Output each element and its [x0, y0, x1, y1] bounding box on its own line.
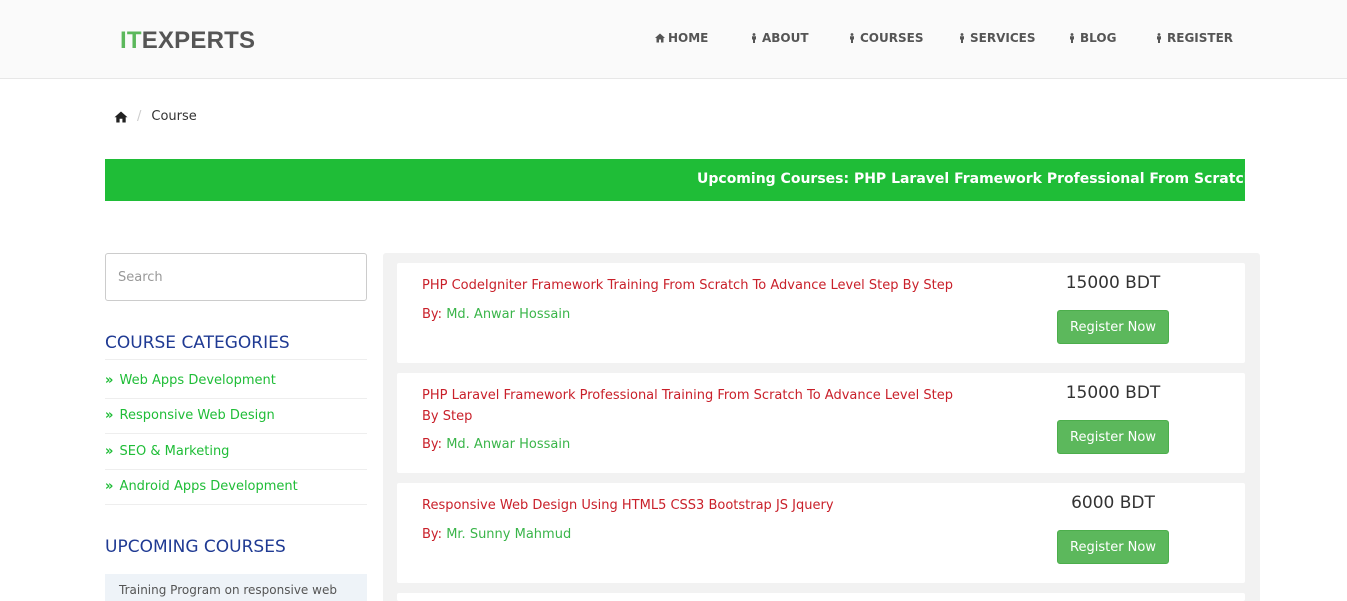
- category-item-seo-marketing[interactable]: » SEO & Marketing: [105, 434, 367, 470]
- site-header: ITEXPERTS HOME ABOUT COURSES SERVICES BL…: [0, 0, 1347, 79]
- nav-about[interactable]: ABOUT: [749, 31, 809, 45]
- category-label: Android Apps Development: [119, 479, 298, 495]
- course-price: 15000 BDT: [1065, 383, 1161, 403]
- course-instructor: By: Md. Anwar Hossain: [422, 307, 570, 322]
- register-now-button[interactable]: Register Now: [1057, 530, 1169, 564]
- upcoming-courses-heading: UPCOMING COURSES: [105, 537, 286, 557]
- double-chevron-right-icon: »: [105, 372, 114, 388]
- nav-home[interactable]: HOME: [655, 31, 708, 45]
- double-chevron-right-icon: »: [105, 479, 114, 495]
- nav-services-label: SERVICES: [970, 31, 1036, 45]
- nav-blog-label: BLOG: [1080, 31, 1117, 45]
- person-icon: [850, 33, 854, 43]
- course-card: Responsive Web Design Using HTML5 CSS3 B…: [397, 483, 1245, 583]
- main-nav: HOME ABOUT COURSES SERVICES BLOG REGISTE…: [0, 31, 1347, 47]
- person-icon: [1070, 33, 1074, 43]
- nav-blog[interactable]: BLOG: [1067, 31, 1116, 45]
- double-chevron-right-icon: »: [105, 443, 114, 459]
- person-icon: [1157, 33, 1161, 43]
- course-title[interactable]: PHP Laravel Framework Professional Train…: [422, 385, 967, 427]
- breadcrumb-current: Course: [151, 109, 197, 124]
- instructor-name[interactable]: Md. Anwar Hossain: [446, 307, 570, 322]
- instructor-name[interactable]: Md. Anwar Hossain: [446, 437, 570, 452]
- category-label: Responsive Web Design: [119, 408, 275, 424]
- course-card: PHP Laravel Framework Professional Train…: [397, 373, 1245, 473]
- by-label: By:: [422, 307, 443, 322]
- course-price: 6000 BDT: [1071, 493, 1155, 513]
- course-categories-heading: COURSE CATEGORIES: [105, 333, 367, 360]
- upcoming-course-item[interactable]: Training Program on responsive web: [105, 574, 367, 601]
- category-label: Web Apps Development: [119, 372, 276, 388]
- double-chevron-right-icon: »: [105, 408, 114, 424]
- nav-services[interactable]: SERVICES: [957, 31, 1035, 45]
- nav-register-label: REGISTER: [1167, 31, 1234, 45]
- nav-about-label: ABOUT: [762, 31, 809, 45]
- course-card-partial: [397, 593, 1245, 601]
- course-instructor: By: Md. Anwar Hossain: [422, 437, 570, 452]
- course-title[interactable]: PHP CodeIgniter Framework Training From …: [422, 275, 967, 296]
- category-item-android-apps[interactable]: » Android Apps Development: [105, 470, 367, 505]
- marquee-text[interactable]: Upcoming Courses: PHP Laravel Framework …: [697, 171, 1245, 187]
- course-title[interactable]: Responsive Web Design Using HTML5 CSS3 B…: [422, 495, 967, 516]
- category-item-web-apps[interactable]: » Web Apps Development: [105, 363, 367, 399]
- breadcrumb: / Course: [114, 109, 197, 124]
- person-icon: [960, 33, 964, 43]
- course-categories-list: » Web Apps Development » Responsive Web …: [105, 363, 367, 505]
- nav-home-label: HOME: [668, 31, 709, 45]
- instructor-name[interactable]: Mr. Sunny Mahmud: [446, 527, 571, 542]
- by-label: By:: [422, 527, 443, 542]
- register-now-button[interactable]: Register Now: [1057, 420, 1169, 454]
- category-label: SEO & Marketing: [119, 443, 230, 459]
- course-instructor: By: Mr. Sunny Mahmud: [422, 527, 571, 542]
- nav-register[interactable]: REGISTER: [1154, 31, 1233, 45]
- by-label: By:: [422, 437, 443, 452]
- search-input[interactable]: [105, 253, 367, 301]
- course-price: 15000 BDT: [1065, 273, 1161, 293]
- home-icon: [655, 33, 665, 43]
- home-icon[interactable]: [114, 110, 128, 124]
- upcoming-courses-marquee: Upcoming Courses: PHP Laravel Framework …: [105, 159, 1245, 201]
- register-now-button[interactable]: Register Now: [1057, 310, 1169, 344]
- nav-courses-label: COURSES: [860, 31, 924, 45]
- person-icon: [752, 33, 756, 43]
- nav-courses[interactable]: COURSES: [847, 31, 923, 45]
- category-item-responsive-web[interactable]: » Responsive Web Design: [105, 399, 367, 434]
- breadcrumb-separator: /: [137, 109, 142, 124]
- course-card: PHP CodeIgniter Framework Training From …: [397, 263, 1245, 363]
